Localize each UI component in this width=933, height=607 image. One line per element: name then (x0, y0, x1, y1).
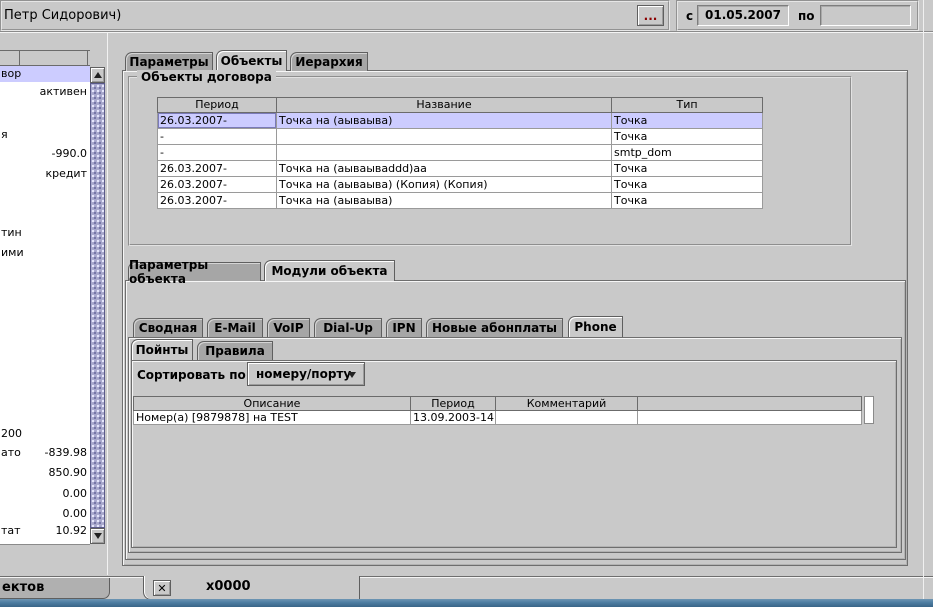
table-row[interactable]: 26.03.2007- Точка на (аываыва) Точка (157, 193, 763, 209)
scroll-up-button[interactable] (90, 67, 105, 83)
chevron-down-icon (348, 372, 356, 378)
column-header[interactable]: Описание (134, 397, 411, 411)
objects-table: Период Название Тип 26.03.2007- Точка на… (157, 97, 763, 209)
left-table-row[interactable]: кредит (0, 167, 88, 181)
column-header-filler (638, 397, 862, 411)
tab-novye-abonplaty[interactable]: Новые абонплаты (426, 318, 563, 337)
table-corner (864, 396, 874, 424)
date-from-field[interactable]: 01.05.2007 (697, 5, 789, 26)
table-row[interactable]: - smtp_dom (157, 145, 763, 161)
chevron-up-icon (94, 72, 102, 78)
close-tab-button[interactable]: ✕ (153, 580, 171, 596)
column-header[interactable]: Период (158, 98, 277, 113)
close-icon: ✕ (157, 582, 166, 595)
table-row[interactable]: - Точка (157, 129, 763, 145)
window-edge (923, 0, 924, 599)
tab-ipn[interactable]: IPN (386, 318, 422, 337)
tab-obekty[interactable]: Объекты (216, 50, 287, 71)
left-table-row[interactable]: 0.00 (0, 487, 88, 501)
points-table: Описание Период Комментарий Номер(а) [98… (133, 396, 862, 425)
tab-svodnaya[interactable]: Сводная (133, 318, 203, 337)
contract-header-panel: Петр Сидорович) ... (0, 0, 670, 31)
app-window: Петр Сидорович) ... с 01.05.2007 по вор … (0, 0, 933, 607)
bottom-tabpane-highlight (0, 577, 933, 578)
left-table-header-cell[interactable] (20, 51, 88, 65)
points-tab-content (131, 360, 897, 548)
table-row[interactable]: 26.03.2007- Точка на (аываыва) Точка (157, 113, 763, 129)
window-tab-x0000[interactable]: ✕ x0000 (143, 576, 360, 600)
left-table-row[interactable]: тат10.92 (0, 524, 88, 538)
left-table-row[interactable]: ими (0, 246, 88, 260)
table-row[interactable]: 26.03.2007- Точка на (аываываddd)aa Точк… (157, 161, 763, 177)
sort-by-label: Сортировать по: (137, 368, 251, 382)
tab-pravila[interactable]: Правила (197, 341, 273, 360)
more-button-label: ... (644, 12, 658, 20)
scrollbar-thumb[interactable] (90, 83, 105, 528)
tab-object-modules[interactable]: Модули объекта (264, 260, 395, 281)
date-to-field[interactable] (820, 5, 911, 26)
table-row[interactable]: Номер(а) [9879878] на TEST 13.09.2003-14… (133, 411, 862, 425)
left-table-row[interactable]: ато-839.98 (0, 446, 88, 460)
column-header[interactable]: Комментарий (496, 397, 638, 411)
left-table-row[interactable]: -990.0 (0, 147, 88, 161)
split-divider[interactable] (107, 33, 108, 575)
contract-title: Петр Сидорович) (4, 8, 121, 23)
left-table-row[interactable]: я (0, 128, 88, 142)
window-tab-label: x0000 (206, 579, 251, 594)
points-table-header: Описание Период Комментарий (133, 396, 862, 411)
objects-table-header: Период Название Тип (157, 97, 763, 113)
column-header[interactable]: Название (277, 98, 612, 113)
tab-object-params[interactable]: Параметры объекта (128, 262, 261, 281)
tab-pointy[interactable]: Пойнты (131, 339, 193, 360)
tab-ierarhiya[interactable]: Иерархия (290, 52, 368, 71)
status-bar (0, 599, 933, 607)
tab-voip[interactable]: VoIP (267, 318, 310, 337)
left-table-row[interactable]: 0.00 (0, 507, 88, 521)
tab-dialup[interactable]: Dial-Up (314, 318, 382, 337)
selected-row-text: вор (1, 67, 21, 80)
left-table-row[interactable]: 200 (0, 427, 88, 441)
left-scrollbar[interactable] (90, 67, 106, 544)
left-table-header-cell[interactable] (0, 51, 20, 65)
left-table: вор активен я -990.0 кредит тин ими 200 … (0, 66, 90, 545)
chevron-down-icon (94, 533, 102, 539)
scroll-down-button[interactable] (90, 528, 105, 544)
left-table-header (0, 50, 90, 66)
contract-objects-title: Объекты договора (137, 70, 276, 84)
left-table-selected-row[interactable]: вор (0, 66, 90, 82)
left-table-row[interactable]: тин (0, 226, 88, 240)
tab-parametry[interactable]: Параметры (125, 52, 213, 71)
left-table-row[interactable]: активен (0, 85, 88, 99)
column-header[interactable]: Тип (612, 98, 763, 113)
column-header[interactable]: Период (411, 397, 496, 411)
table-row[interactable]: 26.03.2007- Точка на (аываыва) (Копия) (… (157, 177, 763, 193)
date-to-label: по (798, 9, 815, 23)
date-from-label: с (686, 9, 693, 23)
sort-by-value: номеру/порту (256, 367, 351, 381)
tab-phone[interactable]: Phone (568, 316, 623, 337)
left-table-row[interactable]: 850.90 (0, 466, 88, 480)
more-button[interactable]: ... (637, 5, 664, 26)
tab-email[interactable]: E-Mail (207, 318, 263, 337)
window-tab-contracts[interactable]: ектов (0, 578, 110, 599)
sort-by-combobox[interactable]: номеру/порту (247, 362, 365, 386)
date-range-panel: с 01.05.2007 по (676, 0, 919, 31)
topbar-divider (0, 31, 933, 33)
